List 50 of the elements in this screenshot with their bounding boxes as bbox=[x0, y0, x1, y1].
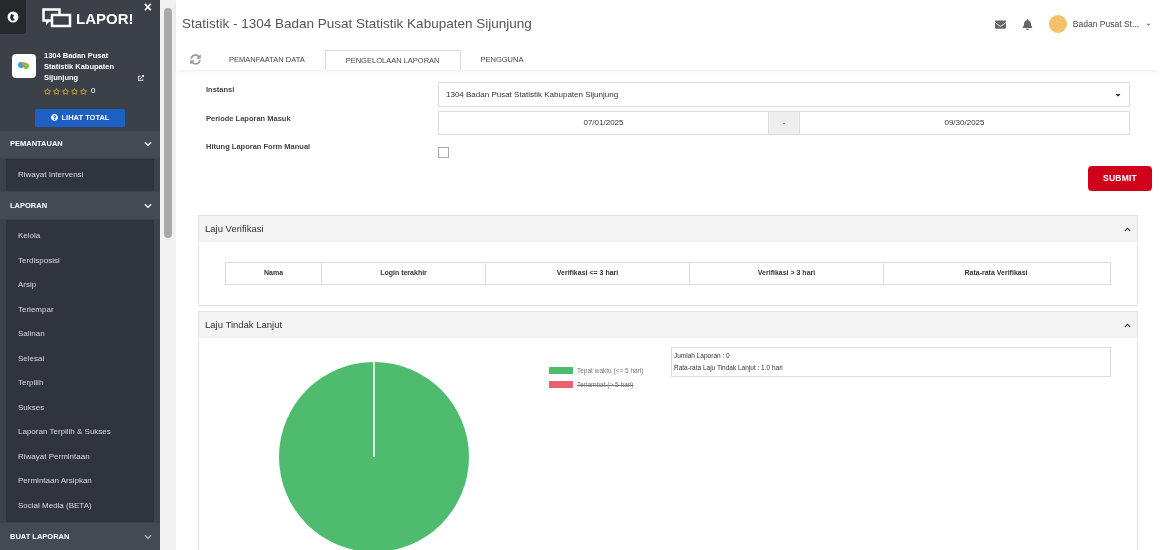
panel-title: Laju Verifikasi bbox=[205, 221, 264, 236]
agency-logo-icon bbox=[17, 61, 31, 71]
panel-title: Laju Tindak Lanjut bbox=[205, 317, 283, 332]
panel-header[interactable]: Laju Tindak Lanjut bbox=[199, 312, 1137, 338]
menu-item[interactable]: Riwayat Permintaan bbox=[6, 444, 154, 469]
menu-item[interactable]: Social Media (BETA) bbox=[6, 493, 154, 518]
star-icon bbox=[62, 87, 69, 95]
panel-header[interactable]: Laju Verifikasi bbox=[199, 216, 1137, 242]
menu-item[interactable]: Terlempar bbox=[6, 297, 154, 322]
help-icon bbox=[50, 114, 58, 122]
chevron-down-icon[interactable] bbox=[144, 140, 152, 148]
star-icon bbox=[71, 87, 78, 95]
date-separator: - bbox=[769, 111, 799, 135]
legend-swatch[interactable] bbox=[549, 367, 573, 375]
rating-count: 0 bbox=[91, 85, 96, 97]
checkbox[interactable] bbox=[438, 147, 449, 158]
chevron-up-icon[interactable] bbox=[1124, 225, 1131, 233]
date-from-field[interactable]: 07/01/2025 bbox=[438, 111, 769, 135]
menu-item[interactable]: Selesai bbox=[6, 346, 154, 371]
globe-icon bbox=[7, 11, 19, 23]
refresh-icon[interactable] bbox=[190, 54, 201, 65]
scrollbar-thumb[interactable] bbox=[164, 8, 172, 238]
menu-item[interactable]: Laporan Terpilih & Sukses bbox=[6, 420, 154, 445]
chevron-up-icon[interactable] bbox=[1124, 321, 1131, 329]
menu-item[interactable]: Terpilih bbox=[6, 371, 154, 396]
bell-icon[interactable] bbox=[1021, 18, 1033, 30]
star-icon bbox=[80, 87, 87, 95]
user-name[interactable]: Badan Pusat St... bbox=[1072, 17, 1139, 31]
date-to-field[interactable]: 09/30/2025 bbox=[799, 111, 1130, 135]
scrollbar[interactable] bbox=[160, 0, 176, 550]
menu-item[interactable]: Arsip bbox=[6, 273, 154, 298]
submit-button[interactable]: SUBMIT bbox=[1088, 166, 1152, 191]
sidebar-toggle[interactable] bbox=[0, 0, 26, 34]
instansi-select[interactable]: 1304 Badan Pusat Statistik Kabupaten Sijunjung bbox=[438, 82, 1130, 107]
star-icon bbox=[53, 87, 60, 95]
close-button[interactable]: × bbox=[143, 0, 152, 14]
menu-item[interactable]: Permintaan Arsipkan bbox=[6, 469, 154, 494]
external-link-icon[interactable] bbox=[138, 75, 144, 81]
menu-item[interactable]: Riwayat Intervensi bbox=[6, 162, 154, 187]
star-icon bbox=[44, 87, 51, 95]
logo-text: LAPOR! bbox=[76, 9, 134, 29]
chevron-down-icon[interactable] bbox=[144, 532, 152, 541]
menu-item[interactable]: Sukses bbox=[6, 395, 154, 420]
menu-item[interactable]: Terdisposisi bbox=[6, 248, 154, 273]
mail-icon[interactable] bbox=[994, 18, 1006, 30]
menu-item[interactable]: Salinan bbox=[6, 322, 154, 347]
menu-item[interactable]: Kelola bbox=[6, 224, 154, 249]
page-title: Statistik - 1304 Badan Pusat Statistik Kabupaten Sijunjung bbox=[182, 14, 532, 33]
chevron-down-icon[interactable] bbox=[144, 201, 152, 210]
legend-swatch[interactable] bbox=[549, 381, 573, 389]
